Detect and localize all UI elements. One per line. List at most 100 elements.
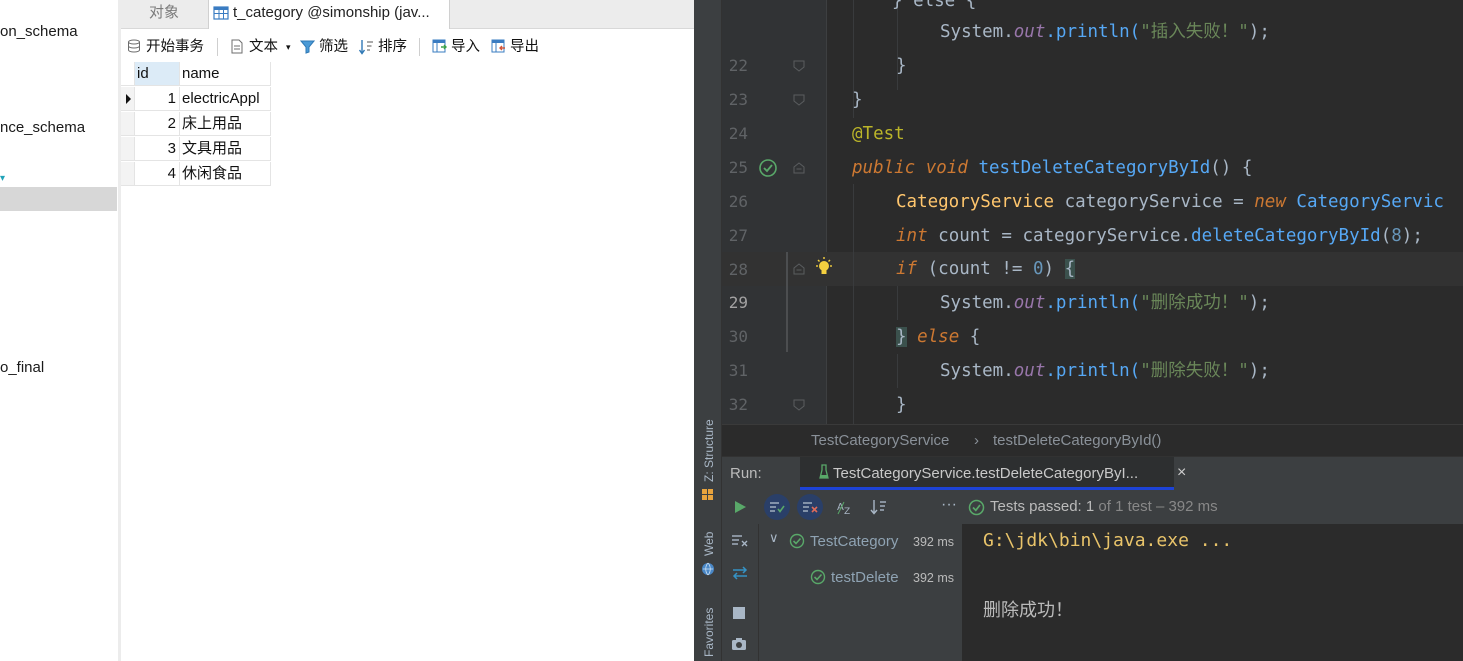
run-side-toolbar (722, 524, 759, 661)
table-cell-name[interactable]: electricAppl (180, 87, 271, 111)
breadcrumb-separator: › (974, 432, 979, 449)
tests-passed-icon (968, 499, 985, 516)
tab-table-t-category[interactable]: t_category @simonship (jav... (208, 0, 450, 29)
stop-icon[interactable] (732, 606, 746, 620)
code-line-32: 32 System.out.println("删除失败！"); (722, 354, 1463, 414)
test-node-time: 392 ms (913, 535, 954, 549)
table-cell-id[interactable]: 4 (135, 162, 180, 186)
test-passed-icon (789, 533, 805, 549)
toolbar-divider (217, 38, 218, 56)
camera-icon[interactable] (731, 637, 747, 651)
run-test-check-icon[interactable] (758, 158, 778, 178)
console-output[interactable]: G:\jdk\bin\java.exe ... 删除成功！ (963, 524, 1463, 661)
column-header-name[interactable]: name (180, 62, 271, 86)
table-icon (213, 6, 229, 20)
show-passed-icon (770, 502, 785, 513)
run-label: Run: (730, 465, 762, 482)
tree-item-label: on_schema (0, 23, 78, 40)
test-status-text: Tests passed: 1 of 1 test – 392 ms (990, 498, 1218, 515)
fold-start-icon[interactable] (792, 161, 806, 175)
row-indicator[interactable] (121, 112, 135, 136)
button-label: 导入 (451, 39, 480, 55)
table-cell-id[interactable]: 1 (135, 87, 180, 111)
tool-label: Z: Structure (702, 419, 716, 482)
structure-icon (702, 489, 713, 500)
run-tool-header: Run: TestCategoryService.testDeleteCateg… (722, 456, 1463, 491)
table-cell-id[interactable]: 3 (135, 137, 180, 161)
code-line-29: 29 if (count != 0) { (722, 252, 1463, 312)
document-icon (231, 39, 243, 54)
console-output-line: 删除成功！ (983, 600, 1073, 621)
sort-icon (359, 40, 373, 55)
structure-tool-button[interactable]: Z: Structure (702, 419, 716, 482)
web-tool-button[interactable]: Web (702, 532, 716, 556)
exclude-icon[interactable] (731, 534, 749, 548)
button-label: 文本 (249, 39, 278, 55)
row-indicator[interactable] (121, 87, 135, 111)
tree-item-selected[interactable] (0, 187, 117, 211)
sort-alpha-icon[interactable]: A Z (836, 498, 854, 516)
code-line-22: 22 System.out.println("插入失败！"); (722, 15, 1463, 75)
breadcrumb-class[interactable]: TestCategoryService (811, 432, 949, 449)
tree-item-schema-2[interactable]: nce_schema (0, 119, 85, 136)
tree-marker-icon: ▾ (0, 173, 6, 184)
code-line-26: 26 public void testDeleteCategoryById() … (722, 151, 1463, 211)
table-cell-id[interactable]: 2 (135, 112, 180, 136)
show-ignored-toggle[interactable] (797, 494, 823, 520)
connection-tree: on_schema nce_schema ▾ o_final (0, 0, 119, 661)
more-options-icon[interactable]: ··· (941, 496, 957, 514)
breadcrumb: TestCategoryService › testDeleteCategory… (722, 424, 1463, 457)
test-node-name: TestCategory (810, 533, 899, 550)
test-node-class[interactable]: ∨ TestCategory 392 ms (759, 528, 962, 554)
code-line-27: 27 CategoryService categoryService = new… (722, 185, 1463, 245)
test-node-time: 392 ms (913, 571, 954, 585)
database-icon (128, 39, 140, 53)
table-cell-name[interactable]: 床上用品 (180, 112, 271, 136)
code-editor[interactable]: } else { 22 System.out.println("插入失败！");… (722, 0, 1463, 424)
tool-label: Favorites (702, 607, 716, 657)
row-indicator[interactable] (121, 137, 135, 161)
tree-item-schema-3[interactable]: o_final (0, 359, 44, 376)
run-tab-title: TestCategoryService.testDeleteCategoryBy… (833, 465, 1139, 482)
table-editor-pane: 对象 t_category @simonship (jav... 开始事务 文本… (121, 0, 694, 661)
column-header-id[interactable]: id (135, 62, 180, 86)
test-node-method[interactable]: testDelete 392 ms (759, 564, 962, 590)
ide-window: Z: Structure Web Favorites } else { 22 S… (694, 0, 1463, 661)
rerun-failed-icon[interactable] (731, 566, 749, 580)
rerun-play-icon[interactable] (732, 499, 748, 515)
close-icon[interactable]: × (1177, 464, 1186, 482)
svg-text:Z: Z (844, 507, 850, 516)
test-flask-icon (819, 464, 829, 479)
code-line-33: 33 } (722, 388, 1463, 422)
db-tab-bar: 对象 t_category @simonship (jav... (121, 0, 694, 29)
export-icon (491, 39, 505, 53)
code-line-30: 30 System.out.println("删除成功！"); (722, 286, 1463, 346)
test-node-name: testDelete (831, 569, 899, 586)
grid-corner (121, 62, 135, 86)
lightbulb-icon[interactable] (815, 257, 833, 279)
show-ignored-icon (803, 502, 818, 513)
tree-item-label: nce_schema (0, 119, 86, 136)
row-indicator[interactable] (121, 162, 135, 186)
test-results-tree: ∨ TestCategory 392 ms testDelete 392 ms (759, 524, 963, 661)
fold-end-icon (793, 60, 805, 72)
run-toolbar: A Z ··· Tests passed: 1 of 1 test – 392 … (722, 490, 1463, 524)
globe-icon (702, 562, 714, 576)
tab-label: 对象 (148, 4, 179, 21)
left-tool-strip: Z: Structure Web Favorites (694, 0, 722, 661)
breadcrumb-method[interactable]: testDeleteCategoryById() (993, 432, 1161, 449)
tree-item-schema-1[interactable]: on_schema (0, 23, 78, 40)
table-cell-name[interactable]: 休闲食品 (180, 162, 271, 186)
chevron-down-icon: ▾ (286, 42, 291, 52)
sort-duration-icon[interactable] (870, 498, 888, 516)
tab-objects[interactable]: 对象 (121, 0, 207, 28)
chevron-down-icon: ∨ (769, 530, 779, 545)
fold-end-icon (793, 94, 805, 106)
favorites-tool-button[interactable]: Favorites (702, 608, 716, 657)
show-passed-toggle[interactable] (764, 494, 790, 520)
fold-start-icon[interactable] (792, 262, 806, 276)
db-toolbar: 开始事务 文本 ▾ 筛选 排序 导入 导出 (121, 33, 694, 61)
filter-icon (300, 40, 315, 54)
console-command-line: G:\jdk\bin\java.exe ... (983, 530, 1233, 551)
table-cell-name[interactable]: 文具用品 (180, 137, 271, 161)
